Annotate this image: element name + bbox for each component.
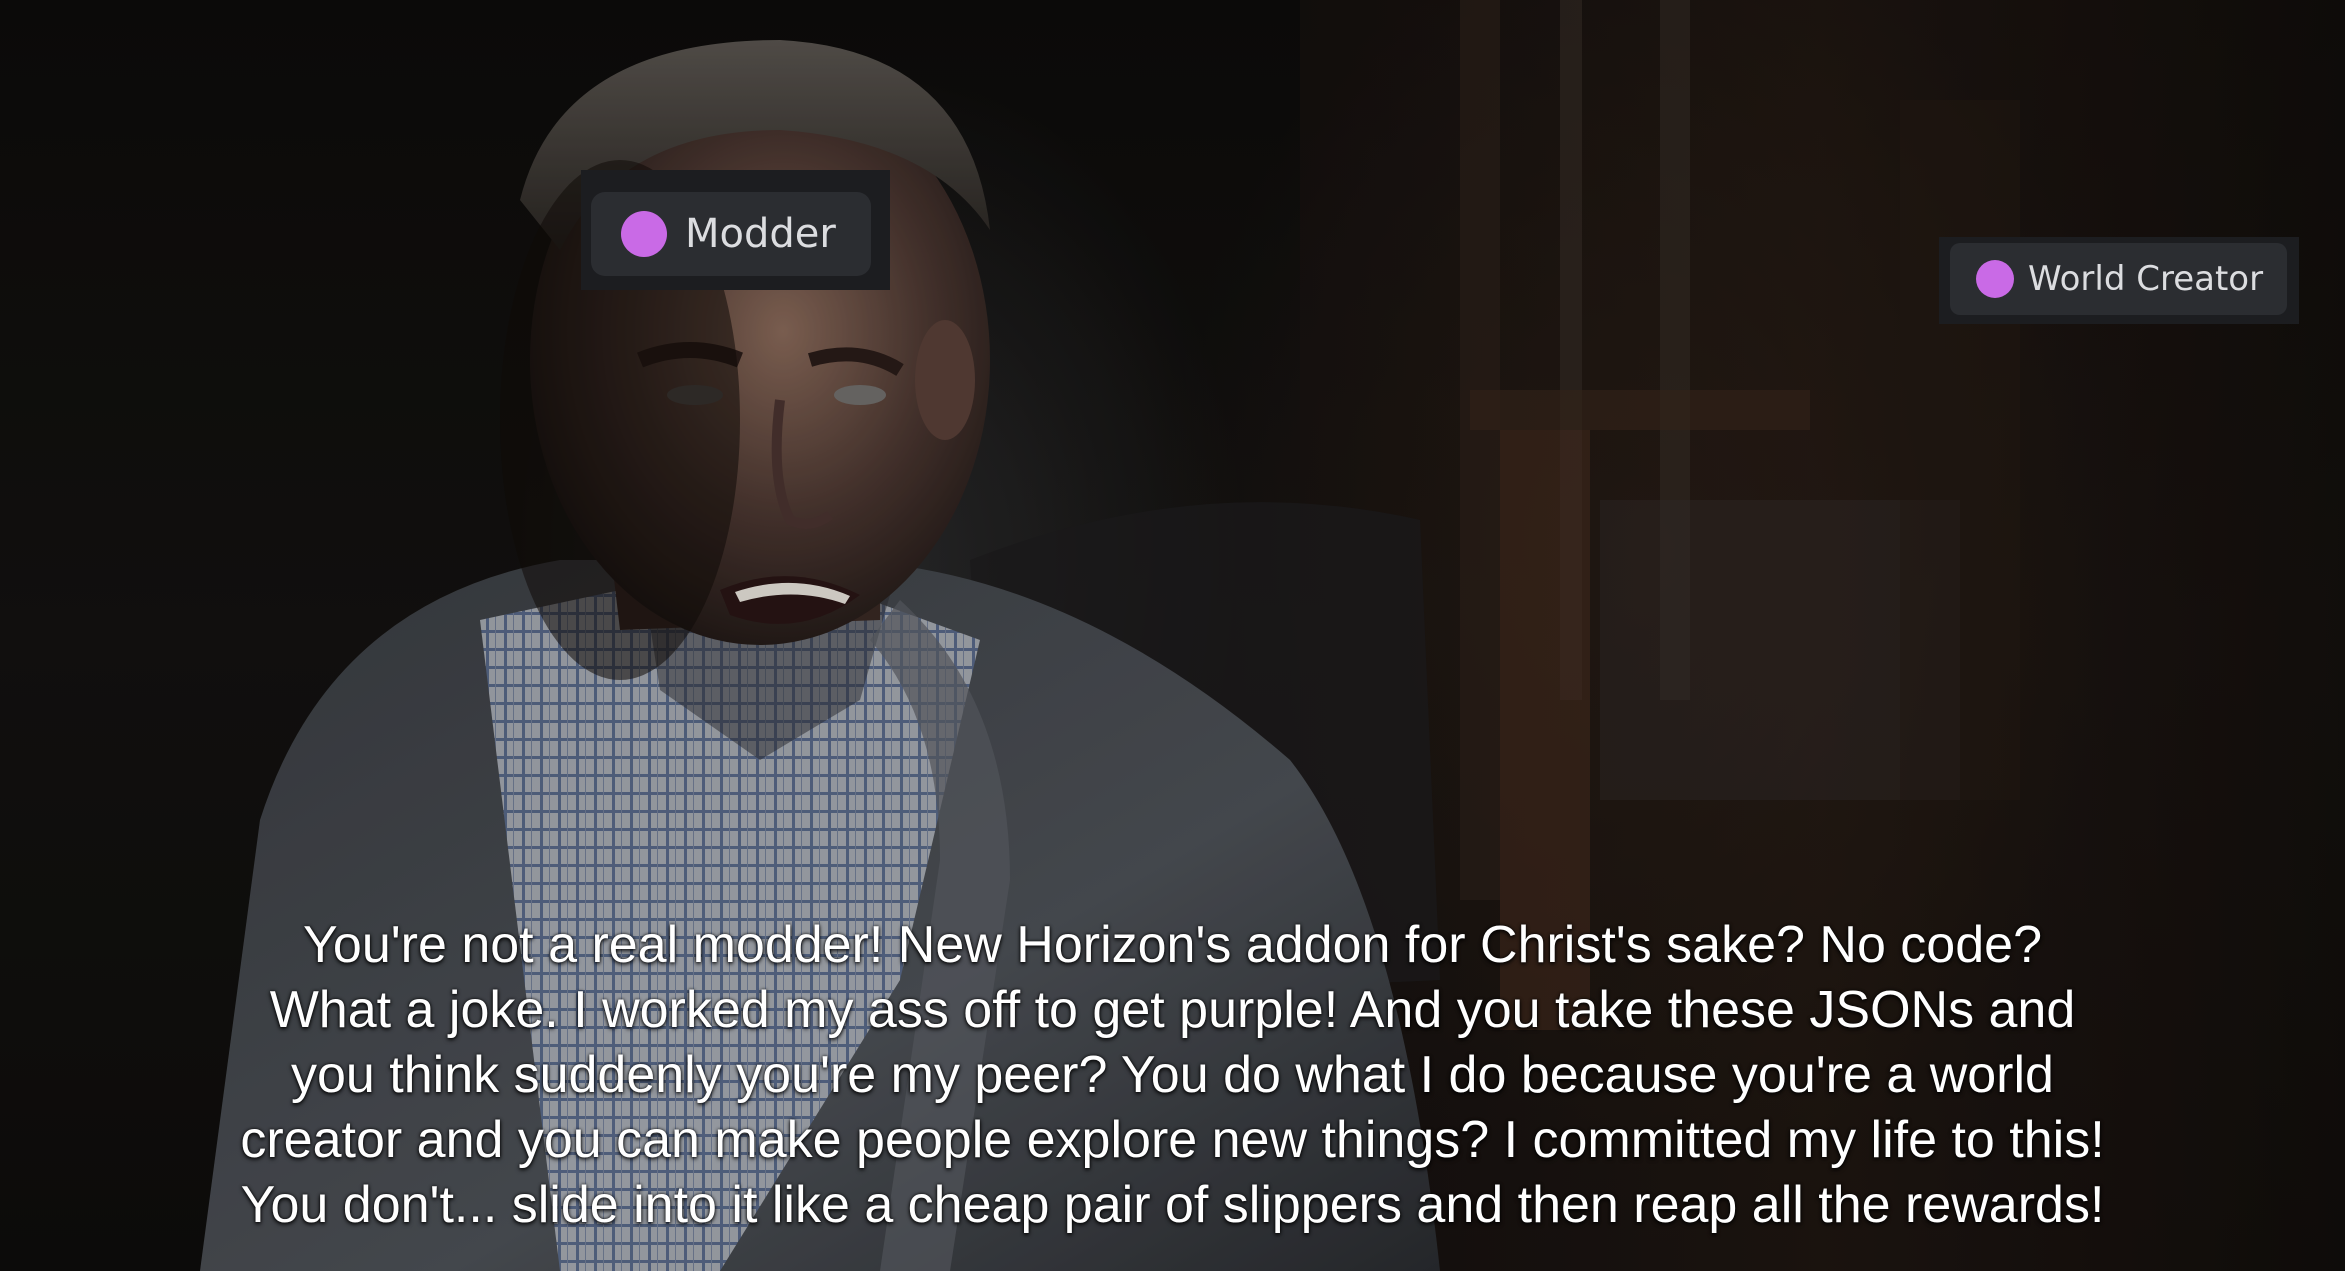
caption-line: you think suddenly you're my peer? You d… [291,1046,2054,1104]
caption-line: You don't... slide into it like a cheap … [240,1176,2105,1234]
purple-role-dot-icon [1976,260,2014,298]
modder-role-label: Modder [685,211,836,257]
caption-line: What a joke. I worked my ass off to get … [269,981,2076,1039]
modder-role-tag: Modder [591,192,871,276]
caption-line: You're not a real modder! New Horizon's … [302,916,2042,974]
meme-image: Modder World Creator You're not a real m… [0,0,2345,1271]
caption-line: creator and you can make people explore … [240,1111,2105,1169]
meme-caption: You're not a real modder! New Horizon's … [120,913,2225,1238]
purple-role-dot-icon [621,211,667,257]
world-creator-role-tag: World Creator [1950,243,2287,315]
world-creator-role-label: World Creator [2028,259,2264,299]
